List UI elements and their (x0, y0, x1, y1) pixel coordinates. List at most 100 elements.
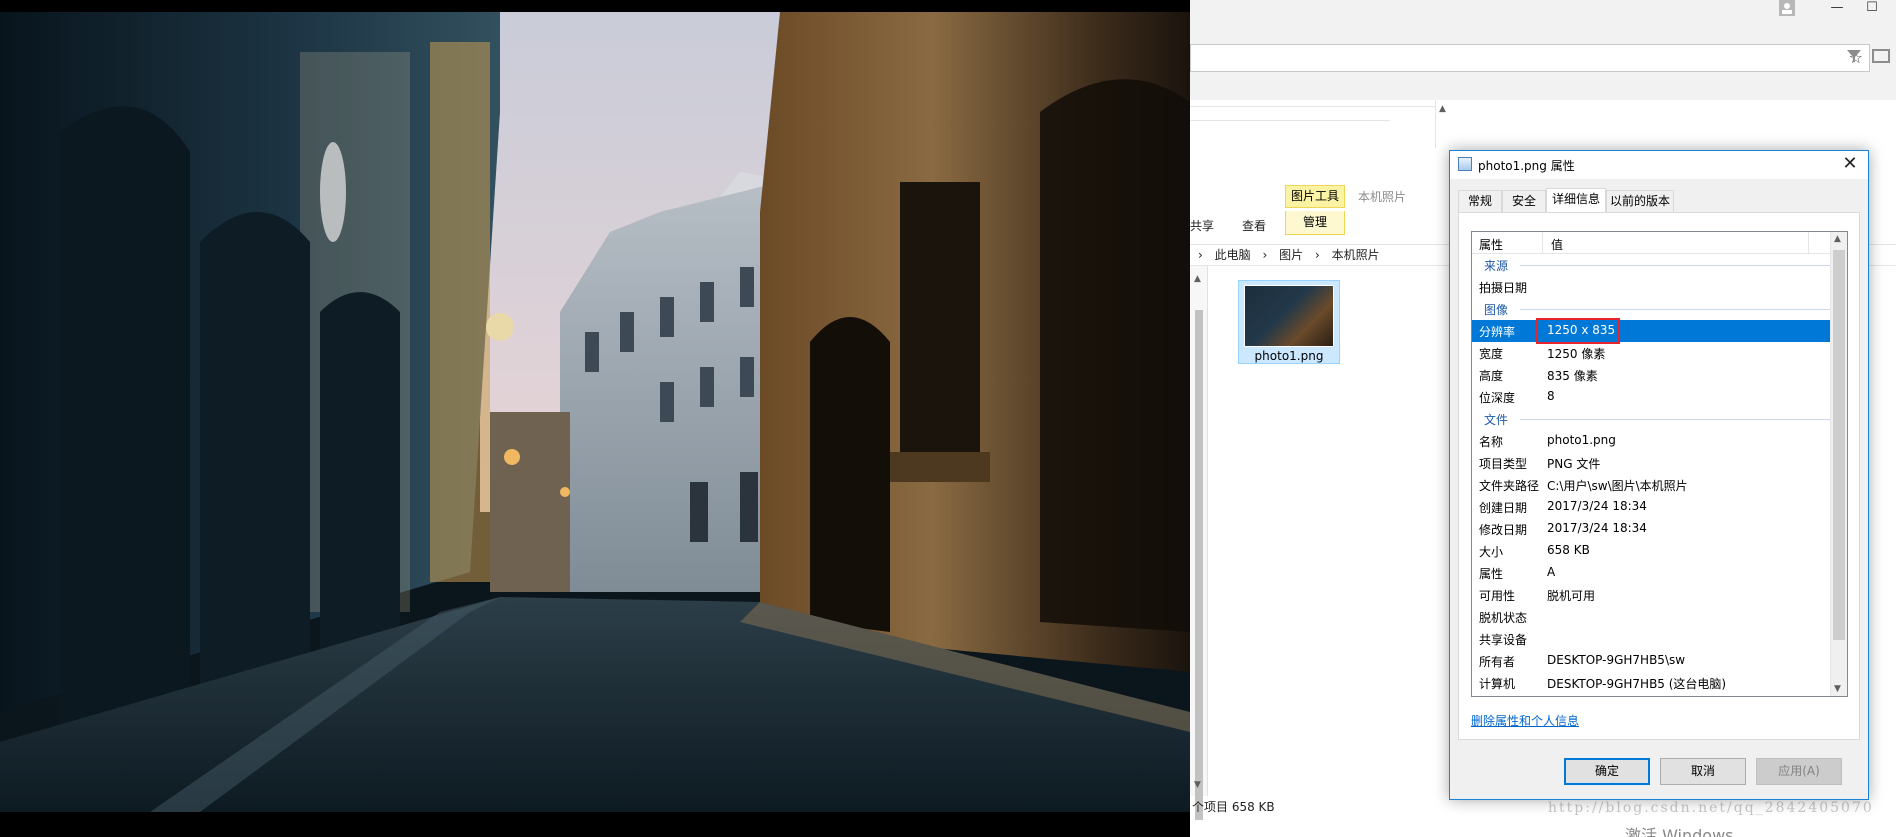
list-item[interactable]: 文件夹路径 C:\用户\sw\图片\本机照片 (1472, 474, 1831, 496)
group-divider (1520, 265, 1831, 266)
scroll-down-arrow-icon[interactable]: ▼ (1834, 684, 1841, 694)
property-name: 脱机状态 (1479, 611, 1528, 625)
property-name: 共享设备 (1479, 633, 1528, 647)
column-divider[interactable] (1808, 232, 1809, 254)
extension-icon[interactable] (1872, 48, 1890, 67)
group-file: 文件 (1472, 408, 1831, 430)
close-button[interactable]: ✕ (1840, 153, 1860, 175)
property-value: 658 KB (1547, 543, 1590, 557)
group-divider (1520, 309, 1831, 310)
street-photo (0, 12, 1190, 812)
navigation-pane[interactable]: ▲ ▼ (1190, 266, 1208, 820)
list-header: 属性 值 (1472, 232, 1847, 254)
tab-share[interactable]: 共享 (1190, 217, 1214, 234)
property-name: 分辨率 (1479, 325, 1516, 339)
photo-viewer-window (0, 0, 1190, 837)
user-icon (1779, 0, 1795, 16)
group-image: 图像 (1472, 298, 1831, 320)
tab-security[interactable]: 安全 (1502, 190, 1546, 212)
property-value: 2017/3/24 18:34 (1547, 521, 1647, 535)
list-item[interactable]: 宽度 1250 像素 (1472, 342, 1831, 364)
list-item[interactable]: 拍摄日期 (1472, 276, 1831, 298)
scroll-up-arrow-icon[interactable]: ▲ (1439, 104, 1446, 114)
property-name: 项目类型 (1479, 457, 1528, 471)
property-name: 创建日期 (1479, 501, 1528, 515)
property-name: 拍摄日期 (1479, 281, 1528, 295)
tab-previous-versions[interactable]: 以前的版本 (1606, 190, 1674, 212)
tab-view[interactable]: 查看 (1242, 217, 1266, 234)
list-item[interactable]: 脱机状态 (1472, 606, 1831, 628)
file-thumbnail (1244, 285, 1334, 347)
remove-properties-link[interactable]: 删除属性和个人信息 (1471, 712, 1579, 729)
group-label: 图像 (1484, 303, 1509, 317)
list-item[interactable]: 可用性 脱机可用 (1472, 584, 1831, 606)
funnel-icon (1847, 50, 1861, 62)
list-item[interactable]: 共享设备 (1472, 628, 1831, 650)
property-name: 宽度 (1479, 347, 1504, 361)
cancel-button[interactable]: 取消 (1660, 758, 1746, 785)
breadcrumb-separator: › (1262, 248, 1268, 262)
property-value: 2017/3/24 18:34 (1547, 499, 1647, 513)
scroll-up-arrow-icon[interactable]: ▲ (1194, 274, 1201, 284)
breadcrumb-this-pc[interactable]: 此电脑 (1215, 248, 1251, 262)
address-bar[interactable]: ☆ (1190, 44, 1870, 72)
list-item[interactable]: 项目类型 PNG 文件 (1472, 452, 1831, 474)
breadcrumb-pictures[interactable]: 图片 (1279, 248, 1303, 262)
ribbon-picture-tools[interactable]: 图片工具 (1285, 185, 1345, 208)
list-item-selected[interactable]: 分辨率 1250 x 835 (1472, 318, 1831, 344)
scroll-down-arrow-icon[interactable]: ▼ (1194, 780, 1201, 790)
tab-general[interactable]: 常规 (1458, 190, 1502, 212)
dialog-title-bar[interactable]: photo1.png 属性 ✕ (1450, 151, 1868, 179)
properties-list[interactable]: 属性 值 来源 拍摄日期 图像 分辨率 1250 x 835 宽度 1250 像… (1471, 231, 1848, 697)
maximize-button[interactable]: ☐ (1855, 0, 1889, 18)
screen: — ☐ ☆ ▲ 图片工具 本机照片 共享 查看 管理 › 此电脑 › 图片 › … (0, 0, 1896, 837)
property-value: C:\用户\sw\图片\本机照片 (1547, 479, 1688, 493)
image-file-icon (1458, 157, 1472, 171)
breadcrumb-local-photos[interactable]: 本机照片 (1332, 248, 1380, 262)
property-value: DESKTOP-9GH7HB5\sw (1547, 653, 1686, 667)
scroll-thumb[interactable] (1833, 250, 1845, 640)
group-label: 文件 (1484, 413, 1509, 427)
nav-scroll-thumb[interactable] (1195, 310, 1203, 820)
ok-button[interactable]: 确定 (1564, 758, 1650, 785)
list-scrollbar[interactable]: ▲ ▼ (1830, 232, 1847, 696)
details-panel: 属性 值 来源 拍摄日期 图像 分辨率 1250 x 835 宽度 1250 像… (1458, 212, 1860, 740)
property-value: PNG 文件 (1547, 457, 1601, 471)
tab-details[interactable]: 详细信息 (1546, 188, 1606, 213)
property-name: 位深度 (1479, 391, 1516, 405)
property-value: 835 像素 (1547, 369, 1598, 383)
activate-windows-text: 激活 Windows (1625, 826, 1734, 837)
property-name: 可用性 (1479, 589, 1516, 603)
file-item-photo1[interactable]: photo1.png (1238, 280, 1340, 364)
list-item[interactable]: 高度 835 像素 (1472, 364, 1831, 386)
street-photo-image (0, 12, 1190, 812)
breadcrumb-separator: › (1198, 248, 1203, 262)
browser-window: — ☐ ☆ (1190, 0, 1896, 100)
scroll-up-arrow-icon[interactable]: ▲ (1834, 234, 1841, 244)
account-icon[interactable] (1770, 0, 1804, 18)
ribbon-local-photos: 本机照片 (1358, 190, 1407, 204)
property-value: 脱机可用 (1547, 589, 1596, 603)
column-header-value[interactable]: 值 (1551, 236, 1563, 253)
filter-icon[interactable] (1846, 48, 1862, 67)
list-item[interactable]: 所有者 DESKTOP-9GH7HB5\sw (1472, 650, 1831, 672)
property-name: 计算机 (1479, 677, 1516, 691)
column-header-property[interactable]: 属性 (1479, 236, 1503, 253)
group-divider (1520, 419, 1831, 420)
apply-button[interactable]: 应用(A) (1756, 758, 1842, 785)
list-item[interactable]: 修改日期 2017/3/24 18:34 (1472, 518, 1831, 540)
list-item[interactable]: 计算机 DESKTOP-9GH7HB5 (这台电脑) (1472, 672, 1831, 694)
list-item[interactable]: 位深度 8 (1472, 386, 1831, 408)
column-divider[interactable] (1542, 232, 1543, 254)
blog-watermark: http://blog.csdn.net/qq_2842405070 (1548, 800, 1874, 816)
list-item[interactable]: 大小 658 KB (1472, 540, 1831, 562)
red-annotation-box (1536, 318, 1620, 344)
tab-manage[interactable]: 管理 (1285, 211, 1345, 235)
properties-dialog: photo1.png 属性 ✕ 常规 安全 详细信息 以前的版本 属性 值 来源 (1449, 150, 1869, 800)
property-name: 高度 (1479, 369, 1504, 383)
minimize-button[interactable]: — (1820, 0, 1854, 18)
group-source: 来源 (1472, 254, 1831, 276)
list-item[interactable]: 名称 photo1.png (1472, 430, 1831, 452)
list-item[interactable]: 属性 A (1472, 562, 1831, 584)
list-item[interactable]: 创建日期 2017/3/24 18:34 (1472, 496, 1831, 518)
